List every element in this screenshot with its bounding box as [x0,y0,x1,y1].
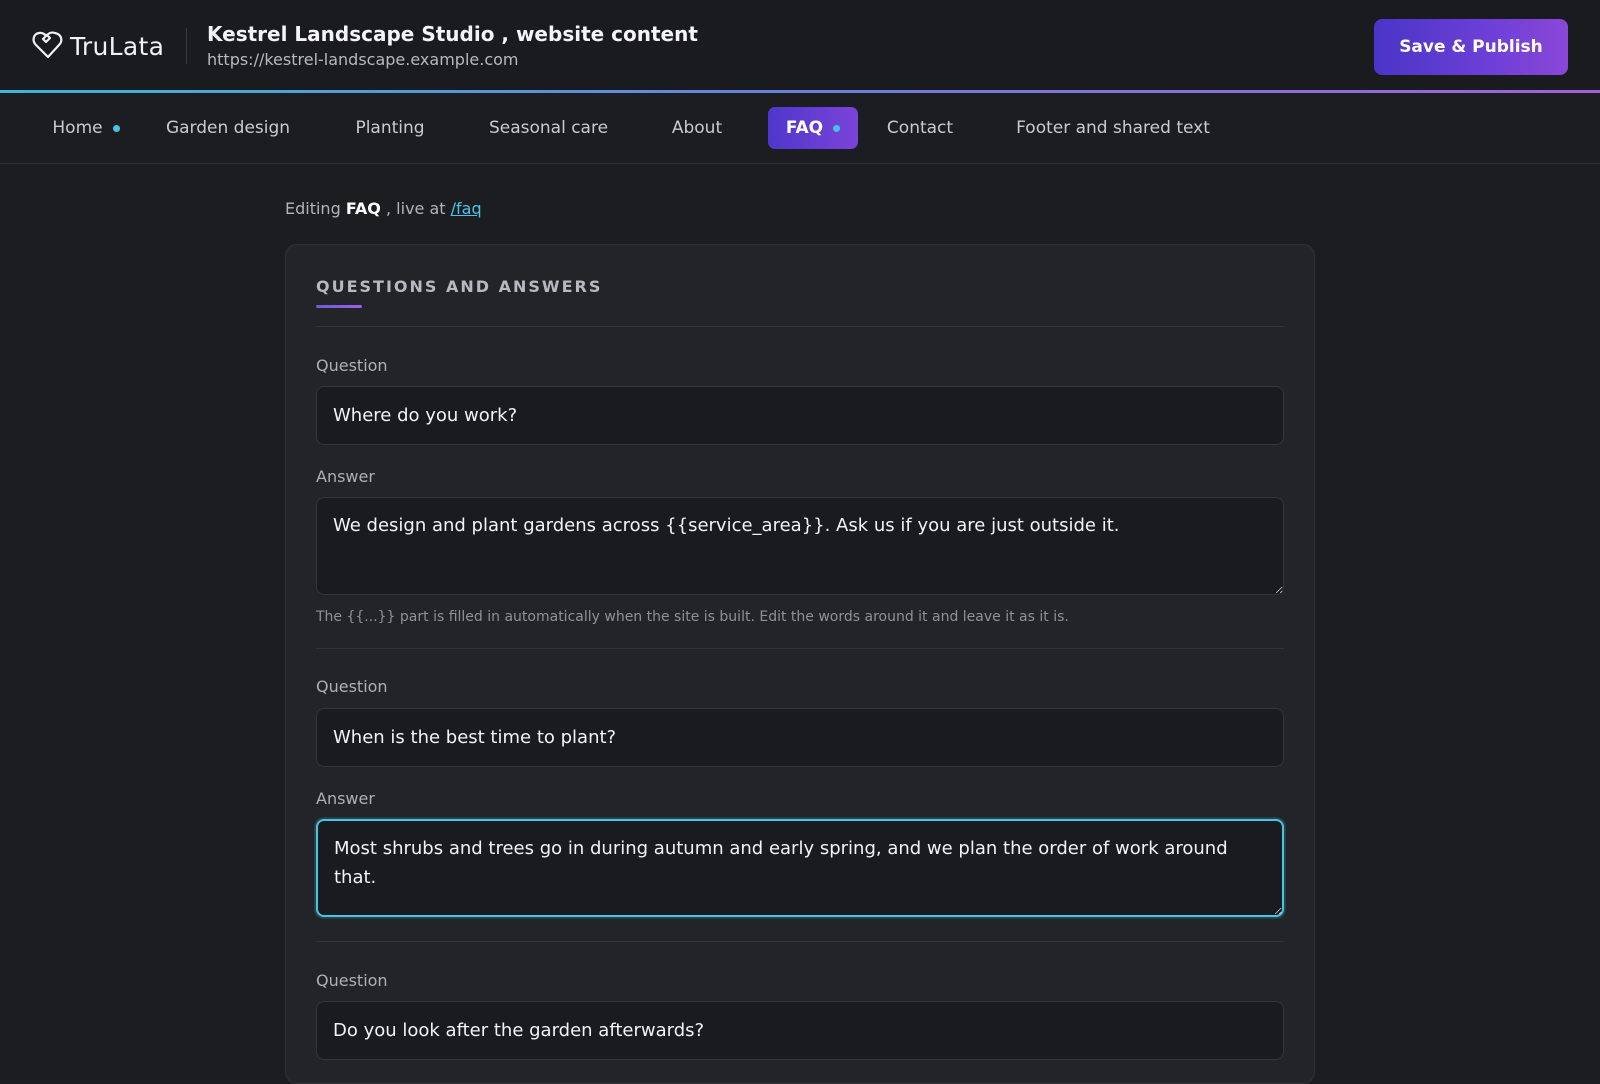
tab-label: Home [52,118,103,138]
question-input-3[interactable] [316,1001,1284,1060]
save-publish-button[interactable]: Save & Publish [1374,19,1568,75]
puzzle-heart-icon [30,26,66,66]
site-title: Kestrel Landscape Studio , website conte… [207,22,698,46]
question-label: Question [316,677,388,696]
divider [316,648,1284,649]
editing-middle: , live at [386,199,446,218]
tab-faq[interactable]: FAQ [768,107,858,149]
tab-seasonal-care[interactable]: Seasonal care [478,107,619,149]
unsaved-dot-icon [112,124,120,132]
section-title: QUESTIONS AND ANSWERS [316,277,603,296]
tab-label: Footer and shared text [1016,118,1210,138]
tab-garden-design[interactable]: Garden design [154,107,302,149]
tab-label: Garden design [165,118,291,138]
answer-label: Answer [316,789,375,808]
section-title-underline [316,305,362,308]
editing-page-name: FAQ [345,199,381,218]
unsaved-dot-icon [833,124,841,132]
tab-planting[interactable]: Planting [340,107,440,149]
editing-prefix: Editing [285,199,341,218]
site-url: https://kestrel-landscape.example.com [207,50,519,69]
tab-label: Planting [355,118,425,138]
editing-status: Editing FAQ , live at /faq [285,199,482,218]
question-input-2[interactable] [316,708,1284,767]
qa-card: QUESTIONS AND ANSWERS Question Answer We… [285,244,1315,1084]
page-tabs: Home Garden design Planting Seasonal car… [0,93,1600,164]
tab-label: Contact [886,118,954,138]
tab-label: About [671,118,723,138]
header-divider [186,28,187,64]
tab-label: FAQ [785,118,824,138]
question-input-1[interactable] [316,386,1284,445]
answer-textarea-2[interactable]: Most shrubs and trees go in during autum… [316,819,1284,917]
live-page-link[interactable]: /faq [451,199,482,218]
tab-contact[interactable]: Contact [876,107,964,149]
question-label: Question [316,971,388,990]
logo-text: TruLata [70,31,165,61]
logo[interactable]: TruLata [30,26,164,66]
placeholder-hint: The {{...}} part is filled in automatica… [316,609,1069,625]
tab-about[interactable]: About [660,107,734,149]
tab-footer-shared-text[interactable]: Footer and shared text [1004,107,1222,149]
tab-home[interactable]: Home [40,107,132,149]
question-label: Question [316,356,388,375]
app-header: TruLata Kestrel Landscape Studio , websi… [0,0,1600,91]
divider [316,941,1284,942]
tab-label: Seasonal care [488,118,609,138]
answer-textarea-1[interactable]: We design and plant gardens across {{ser… [316,497,1284,595]
divider [316,326,1284,327]
answer-label: Answer [316,467,375,486]
